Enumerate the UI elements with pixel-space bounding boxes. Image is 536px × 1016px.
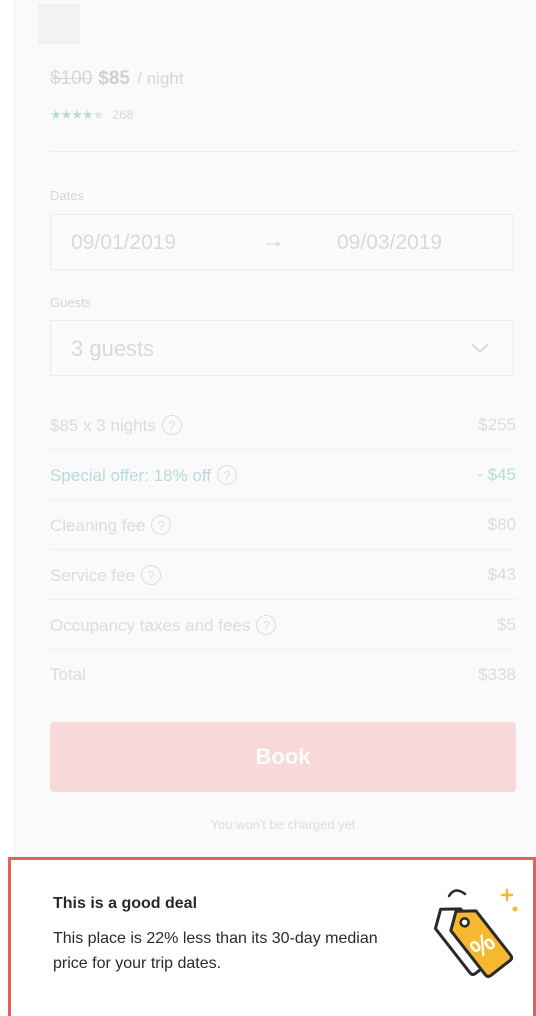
total-amount: $338 bbox=[478, 665, 516, 684]
original-price: $100 bbox=[50, 68, 93, 89]
help-icon[interactable]: ? bbox=[141, 565, 162, 585]
empty-star-icon: ★ bbox=[92, 107, 105, 122]
total-row: Total $338 bbox=[50, 650, 516, 700]
date-range-picker[interactable]: 09/01/2019 → 09/03/2019 bbox=[50, 214, 514, 270]
special-offer-row: Special offer: 18% off? - $45 bbox=[50, 450, 516, 500]
cleaning-fee-amount: $80 bbox=[487, 515, 516, 534]
taxes-amount: $5 bbox=[497, 615, 516, 634]
good-deal-callout: This is a good deal This place is 22% le… bbox=[8, 857, 536, 1016]
taxes-label: Occupancy taxes and fees bbox=[50, 616, 251, 635]
service-fee-amount: $43 bbox=[487, 565, 516, 584]
help-icon[interactable]: ? bbox=[161, 415, 182, 435]
guests-select[interactable]: 3 guests bbox=[50, 320, 514, 376]
check-out-date[interactable]: 09/03/2019 bbox=[337, 231, 442, 255]
help-icon[interactable]: ? bbox=[151, 515, 172, 535]
star-rating-icon: ★★★★ bbox=[50, 107, 94, 122]
nightly-rate-amount: $255 bbox=[478, 415, 516, 434]
current-price: $85 bbox=[98, 68, 130, 89]
service-fee-row: Service fee? $43 bbox=[50, 550, 516, 600]
total-label: Total bbox=[50, 665, 86, 684]
guests-value: 3 guests bbox=[71, 336, 155, 361]
arrow-right-icon: → bbox=[261, 227, 285, 254]
special-offer-amount: - $45 bbox=[477, 465, 516, 484]
no-charge-note: You won't be charged yet bbox=[210, 817, 356, 832]
book-button[interactable]: Book bbox=[50, 722, 516, 792]
divider bbox=[50, 151, 516, 152]
discount-tag-icon: % bbox=[433, 888, 518, 978]
service-fee-label: Service fee bbox=[50, 566, 136, 585]
help-icon[interactable]: ? bbox=[256, 615, 277, 635]
taxes-row: Occupancy taxes and fees? $5 bbox=[50, 600, 516, 650]
cleaning-fee-row: Cleaning fee? $80 bbox=[50, 500, 516, 550]
special-offer-label: Special offer: 18% off bbox=[50, 466, 211, 485]
cleaning-fee-label: Cleaning fee bbox=[50, 516, 146, 535]
chevron-down-icon bbox=[471, 343, 489, 354]
dates-label: Dates bbox=[50, 188, 84, 203]
review-count[interactable]: 268 bbox=[112, 107, 134, 122]
check-in-date[interactable]: 09/01/2019 bbox=[71, 231, 176, 255]
nightly-rate-row: $85 x 3 nights? $255 bbox=[50, 400, 516, 450]
deal-title: This is a good deal bbox=[53, 895, 198, 912]
nightly-rate-label: $85 x 3 nights bbox=[50, 416, 156, 435]
help-icon[interactable]: ? bbox=[216, 465, 237, 485]
price-row: $100 $85 / night bbox=[50, 68, 184, 90]
deal-description: This place is 22% less than its 30-day m… bbox=[53, 930, 378, 972]
rating: ★★★★★ 268 bbox=[50, 107, 134, 123]
header-placeholder bbox=[38, 4, 80, 44]
price-unit: / night bbox=[137, 69, 184, 88]
guests-label: Guests bbox=[50, 295, 92, 310]
